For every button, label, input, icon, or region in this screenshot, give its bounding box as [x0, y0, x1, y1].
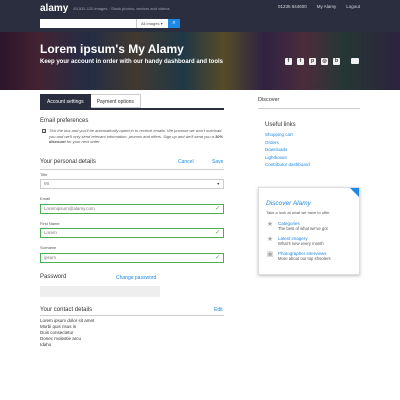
social-icons: f t p ◎ b — [285, 58, 340, 65]
surname-label: Surname — [40, 245, 57, 250]
email-preferences-text: Tick the box and you'll be automatically… — [49, 128, 225, 145]
discover-card-subtitle: Take a look at what we have to offer — [266, 210, 330, 215]
contact-details-title: Your contact details — [40, 307, 93, 313]
email-text-part2: for your next order. — [65, 139, 101, 144]
shopping-cart-link[interactable]: Shopping cart — [265, 131, 310, 139]
downloads-link[interactable]: Downloads — [265, 146, 310, 154]
category-select[interactable]: All images ▾ — [136, 19, 168, 28]
edit-link[interactable]: Edit — [214, 307, 223, 313]
personal-details-title: Your personal details — [40, 159, 96, 165]
discover-item-latest[interactable]: ★ Latest imagery What's new every month — [266, 236, 324, 246]
item-desc: What's new every month — [278, 241, 324, 246]
tab-payment-options[interactable]: Payment options — [90, 94, 141, 108]
page-subtitle: Keep your account in order with our hand… — [40, 59, 224, 65]
contact-address: Lorem ipsum dolor sit amet Morbi quis ri… — [40, 318, 94, 348]
change-password-link[interactable]: Change password — [116, 275, 156, 281]
tagline: 83,531,120 images · Stock photos, vector… — [73, 5, 170, 11]
search-input[interactable] — [40, 19, 136, 28]
divider — [40, 315, 224, 316]
twitter-icon[interactable]: t — [297, 58, 304, 65]
useful-links: Useful links Shopping cart Orders Downlo… — [265, 122, 310, 169]
password-title: Password — [40, 274, 67, 280]
cancel-link[interactable]: Cancel — [178, 159, 194, 165]
discover-item-categories[interactable]: ★ Categories The best of what we've got — [266, 221, 328, 231]
useful-links-title: Useful links — [265, 122, 296, 128]
first-name-label: First Name — [40, 221, 60, 226]
title-select[interactable]: Mr ▼ — [40, 179, 224, 189]
search-bar: All images ▾ ⌕ — [0, 16, 400, 32]
chat-icon[interactable] — [351, 58, 359, 64]
email-text-part1: Tick the box and you'll be automatically… — [49, 128, 222, 139]
star-icon: ★ — [266, 236, 274, 243]
check-icon: ✓ — [214, 230, 220, 236]
first-name-value: Lorem — [44, 230, 57, 235]
email-value: Loremipsum@alamy.com — [44, 206, 95, 211]
search-button[interactable]: ⌕ — [168, 19, 180, 28]
tab-underline — [40, 108, 224, 110]
email-field[interactable]: Loremipsum@alamy.com ✓ — [40, 204, 224, 214]
email-preferences-title: Email preferences — [40, 118, 89, 124]
surname-field[interactable]: ipsum ✓ — [40, 253, 224, 263]
discover-heading: Discover — [258, 97, 280, 103]
email-label: Email — [40, 196, 51, 201]
logout-link[interactable]: Logout — [346, 4, 360, 9]
lightboxes-link[interactable]: Lightboxes — [265, 154, 310, 162]
check-icon: ✓ — [214, 206, 220, 212]
instagram-icon[interactable]: ◎ — [321, 58, 328, 65]
password-field — [40, 286, 160, 297]
search-icon: ⌕ — [172, 20, 176, 26]
check-icon: ✓ — [214, 255, 220, 261]
divider — [40, 169, 224, 170]
tab-account-settings[interactable]: Account settings — [40, 94, 91, 108]
page-title: Lorem ipsum's My Alamy — [40, 42, 184, 56]
account-tabs: Account settings Payment options — [40, 94, 141, 108]
blog-icon[interactable]: b — [333, 58, 340, 65]
phone-number: 01235 844600 — [277, 4, 307, 9]
address-line: Idaho — [40, 342, 52, 347]
dropdown-arrow-icon: ▼ — [216, 182, 220, 186]
discover-divider — [258, 108, 360, 109]
facebook-icon[interactable]: f — [285, 58, 292, 65]
item-desc: The best of what we've got — [278, 226, 328, 231]
contributor-dashboard-link[interactable]: Contributor dashboard — [265, 161, 310, 169]
card-corner-accent — [350, 188, 359, 197]
title-label: Title — [40, 172, 48, 177]
pinterest-icon[interactable]: p — [309, 58, 316, 65]
surname-value: ipsum — [44, 255, 57, 260]
discover-alamy-card: Discover Alamy Take a look at what we ha… — [258, 187, 360, 275]
star-icon: ★ — [266, 221, 274, 228]
top-nav: alamy 83,531,120 images · Stock photos, … — [0, 0, 400, 16]
registered-since: Registered since Nov 2, 2006 — [314, 84, 360, 88]
discover-item-interviews[interactable]: ▣ Photographer interviews More about our … — [266, 251, 331, 261]
save-link[interactable]: Save — [212, 159, 223, 165]
email-opt-in-checkbox[interactable]: ✓ — [42, 129, 46, 134]
camera-icon: ▣ — [266, 251, 274, 258]
alamy-logo[interactable]: alamy — [40, 3, 68, 14]
top-right-links: 01235 844600 My Alamy Logout — [278, 4, 360, 9]
first-name-field[interactable]: Lorem ✓ — [40, 228, 224, 238]
my-alamy-link[interactable]: My Alamy — [317, 4, 337, 9]
title-value: Mr — [44, 181, 50, 186]
item-desc: More about our top shooters — [278, 256, 331, 261]
discover-card-title: Discover Alamy — [266, 200, 311, 207]
orders-link[interactable]: Orders — [265, 139, 310, 147]
